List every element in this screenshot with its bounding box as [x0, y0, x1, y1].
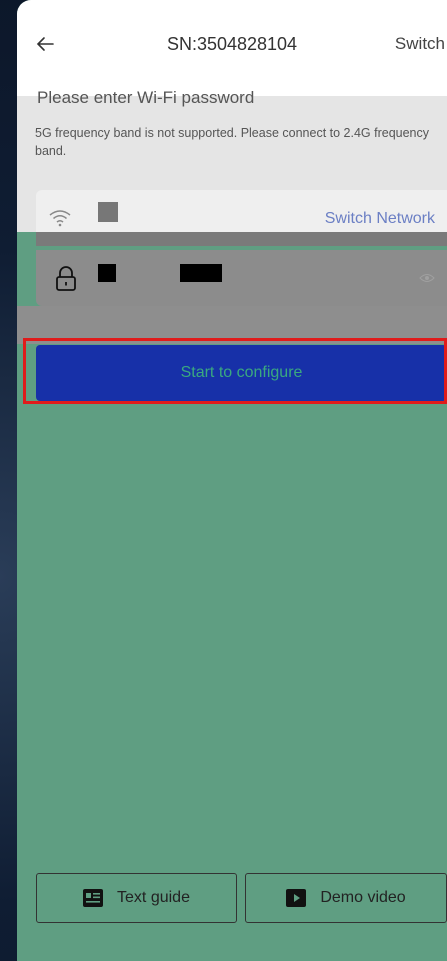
switch-button[interactable]: Switch — [395, 34, 445, 54]
redacted-password-part — [98, 264, 116, 282]
redacted-ssid — [98, 202, 118, 222]
text-guide-button[interactable]: Text guide — [36, 873, 237, 923]
play-icon — [286, 889, 307, 907]
spacer-band — [17, 306, 447, 344]
demo-video-button[interactable]: Demo video — [245, 873, 447, 923]
wifi-config-screen: SN:3504828104 Switch Please enter Wi-Fi … — [17, 0, 447, 961]
redacted-password-part — [180, 264, 222, 282]
text-guide-label: Text guide — [117, 889, 190, 906]
overlay-band — [36, 232, 447, 246]
wifi-icon — [49, 210, 71, 227]
lock-icon — [56, 266, 76, 291]
password-field[interactable] — [36, 250, 447, 306]
guide-card-icon — [83, 889, 104, 907]
switch-network-link[interactable]: Switch Network — [325, 210, 435, 228]
header-bar: SN:3504828104 Switch — [17, 22, 447, 70]
eye-icon[interactable] — [419, 272, 435, 284]
page-title: SN:3504828104 — [166, 34, 298, 54]
text-guide-content: Text guide — [37, 874, 236, 922]
frequency-notice: 5G frequency band is not supported. Plea… — [35, 126, 430, 158]
wifi-password-prompt: Please enter Wi-Fi password — [37, 88, 255, 107]
demo-video-label: Demo video — [320, 889, 406, 906]
demo-video-content: Demo video — [246, 874, 446, 922]
start-configure-button[interactable]: Start to configure — [36, 345, 447, 401]
